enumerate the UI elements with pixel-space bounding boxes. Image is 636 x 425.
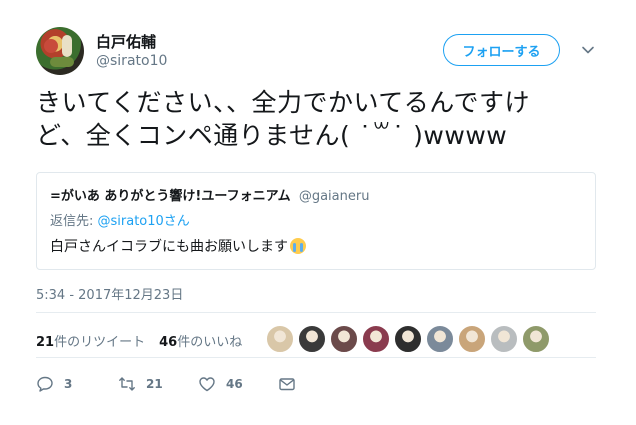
reply-count: 3 [64,377,73,391]
timestamp[interactable]: 5:34 - 2017年12月23日 [36,284,183,303]
quoted-tweet[interactable]: =がいあ ありがとう響け!ユーフォニアム @gaianeru 返信先: @sir… [36,172,596,270]
envelope-icon [279,378,295,391]
like-count: 46 [226,377,243,391]
reply-target-link[interactable]: @sirato10さん [98,214,190,229]
avatar-figure-green [50,57,74,67]
chevron-down-icon[interactable] [580,42,596,58]
quoted-reply-to: 返信先: @sirato10さん [50,210,190,229]
liker-avatar[interactable] [522,325,550,353]
reply-icon [37,376,53,392]
reply-button[interactable]: 3 [36,374,72,394]
quoted-tweet-author: =がいあ ありがとう響け!ユーフォニアム @gaianeru [50,185,369,204]
author-name[interactable]: 白戸佑輔 [96,31,156,52]
retweet-stat-label[interactable]: 件のリツイート [54,335,145,350]
liker-avatar[interactable] [394,325,422,353]
quoted-tweet-text: 白戸さんイコラブにも曲お願いします [50,236,306,256]
divider [36,357,596,358]
liker-avatar[interactable] [330,325,358,353]
like-stat-label[interactable]: 件のいいね [177,335,242,350]
avatar[interactable] [36,27,84,75]
quoted-author-handle: @gaianeru [298,189,370,204]
liker-avatars [266,325,550,353]
retweet-count: 21 [146,377,163,391]
liker-avatar[interactable] [298,325,326,353]
tweet-card: 白戸佑輔 @sirato10 フォローする きいてください、、全力でかいてるんで… [0,0,636,425]
crying-face-icon [290,238,306,254]
retweet-icon [119,377,135,391]
tweet-text: きいてください、、全力でかいてるんですけ ど、全くコンペ通りません( ˙꒳˙ )… [36,86,606,152]
liker-avatar[interactable] [490,325,518,353]
retweet-button[interactable]: 21 [118,374,163,394]
divider [36,312,596,313]
author-handle[interactable]: @sirato10 [96,53,167,69]
tweet-stats: 21件のリツイート 46件のいいね [36,331,256,350]
tweet-text-line-2: ど、全くコンペ通りません( ˙꒳˙ )wwww [36,121,508,150]
liker-avatar[interactable] [426,325,454,353]
avatar-figure-white [62,35,72,57]
avatar-figure-red [44,39,58,53]
quoted-text: 白戸さんイコラブにも曲お願いします [50,239,288,255]
tweet-text-line-1: きいてください、、全力でかいてるんですけ [36,88,531,117]
heart-icon [199,377,215,392]
like-stat-count[interactable]: 46 [159,335,177,350]
liker-avatar[interactable] [458,325,486,353]
quoted-author-name: =がいあ ありがとう響け!ユーフォニアム [50,189,291,204]
liker-avatar[interactable] [362,325,390,353]
direct-message-button[interactable] [278,374,296,394]
reply-prefix: 返信先: [50,214,98,229]
follow-button[interactable]: フォローする [443,34,560,66]
retweet-stat-count[interactable]: 21 [36,335,54,350]
like-button[interactable]: 46 [198,374,243,394]
liker-avatar[interactable] [266,325,294,353]
